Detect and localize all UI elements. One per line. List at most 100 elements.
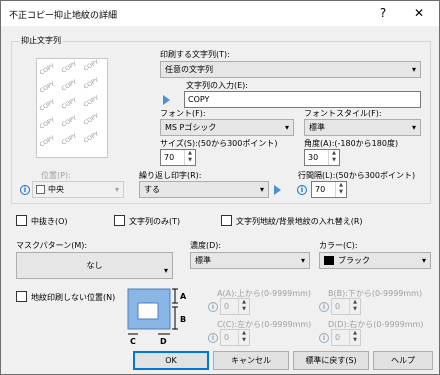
right-offset-stepper[interactable]: 0 ▲ ▼ <box>331 329 361 346</box>
spin-updown-icon[interactable]: ▲ ▼ <box>184 150 195 165</box>
font-style-select[interactable]: 標準 ▾ <box>304 119 421 136</box>
spin-updown-icon[interactable]: ▲ ▼ <box>328 150 339 165</box>
chevron-down-icon: ▾ <box>411 123 416 132</box>
info-icon: i <box>319 302 329 312</box>
diagram-label-d: D <box>160 337 167 346</box>
mask-pattern-select[interactable]: なし ▾ <box>16 252 173 279</box>
preview-copy-text: COPY <box>39 134 57 148</box>
spin-updown-icon[interactable]: ▲ ▼ <box>349 330 360 345</box>
string-input-field[interactable]: COPY <box>184 91 421 108</box>
color-select[interactable]: ブラック ▾ <box>319 252 431 269</box>
no-print-area-label: 地紋印刷しない位置(N) <box>31 293 116 302</box>
font-style-label: フォントスタイル(F): <box>304 109 382 118</box>
preview-copy-text: COPY <box>39 80 57 94</box>
swap-label: 文字列地紋/背景地紋の入れ替え(R) <box>236 217 363 226</box>
swap-checkbox[interactable] <box>221 215 232 226</box>
title-bar: 不正コピー抑止地紋の詳細 ? ✕ <box>1 1 439 26</box>
help-title-button[interactable]: ? <box>369 3 397 23</box>
string-input-value: COPY <box>188 95 210 104</box>
window-title: 不正コピー抑止地紋の詳細 <box>9 11 118 21</box>
no-print-area-checkbox[interactable] <box>16 291 27 302</box>
text-only-label: 文字列のみ(T) <box>129 217 181 226</box>
preview-copy-text: COPY <box>61 78 79 92</box>
no-print-area-diagram: A B C D <box>127 288 187 346</box>
spin-updown-icon[interactable]: ▲ ▼ <box>349 299 360 314</box>
density-label: 濃度(D): <box>190 241 222 250</box>
preview-copy-text: COPY <box>83 112 101 126</box>
preview-copy-text: COPY <box>61 132 79 146</box>
print-string-label: 印刷する文字列(T): <box>160 50 230 59</box>
position-label: 位置(P): <box>41 171 71 180</box>
position-value: 中央 <box>48 185 64 194</box>
spin-updown-icon[interactable]: ▲ ▼ <box>238 330 249 345</box>
chevron-down-icon: ▾ <box>300 256 305 265</box>
info-icon: i <box>208 302 218 312</box>
dialog-window: 不正コピー抑止地紋の詳細 ? ✕ 抑止文字列 COPY COPY COPY CO… <box>0 0 440 375</box>
top-offset-value: 0 <box>224 302 230 311</box>
mask-pattern-label: マスクパターン(M): <box>16 241 88 250</box>
preview-copy-text: COPY <box>39 116 57 130</box>
preview-copy-text: COPY <box>83 130 101 144</box>
info-icon: i <box>319 333 329 343</box>
line-spacing-stepper[interactable]: 70 ▲ ▼ <box>311 181 347 198</box>
arrow-right-icon <box>274 185 281 195</box>
preview-copy-text: COPY <box>39 98 57 112</box>
help-button[interactable]: ヘルプ <box>373 351 433 370</box>
font-value: MS Pゴシック <box>165 123 217 132</box>
reset-button[interactable]: 標準に戻す(S) <box>293 351 369 370</box>
bottom-offset-stepper[interactable]: 0 ▲ ▼ <box>331 298 361 315</box>
mask-pattern-value: なし <box>86 261 103 270</box>
color-label: カラー(C): <box>319 241 358 250</box>
size-stepper[interactable]: 70 ▲ ▼ <box>160 149 196 166</box>
position-select[interactable]: 中央 ▾ <box>32 181 124 198</box>
preview-copy-text: COPY <box>83 76 101 90</box>
chevron-down-icon: ▾ <box>259 185 264 194</box>
size-label: サイズ(S):(50から300ポイント) <box>160 139 278 148</box>
preview-copy-text: COPY <box>61 96 79 110</box>
spin-updown-icon[interactable]: ▲ ▼ <box>238 299 249 314</box>
preview-copy-pattern: COPY COPY COPY COPY COPY COPY COPY COPY … <box>39 59 101 149</box>
size-value: 70 <box>164 153 175 162</box>
ok-button[interactable]: OK <box>133 351 209 370</box>
color-swatch <box>324 256 334 265</box>
hollow-label: 中抜き(O) <box>31 217 68 226</box>
font-style-value: 標準 <box>309 123 325 132</box>
density-value: 標準 <box>195 256 211 265</box>
group-title: 抑止文字列 <box>19 35 63 46</box>
preview-copy-text: COPY <box>39 62 57 76</box>
chevron-down-icon: ▾ <box>284 123 289 132</box>
density-select[interactable]: 標準 ▾ <box>190 252 310 269</box>
angle-stepper[interactable]: 30 ▲ ▼ <box>304 149 340 166</box>
arrow-right-icon <box>163 95 170 105</box>
diagram-label-b: B <box>180 315 186 324</box>
chevron-down-icon: ▾ <box>163 266 168 275</box>
left-offset-value: 0 <box>224 333 230 342</box>
spin-updown-icon[interactable]: ▲ ▼ <box>335 182 346 197</box>
text-only-checkbox[interactable] <box>114 215 125 226</box>
cancel-button[interactable]: キャンセル <box>213 351 289 370</box>
left-offset-stepper[interactable]: 0 ▲ ▼ <box>220 329 250 346</box>
diagram-label-a: A <box>180 292 187 301</box>
chevron-down-icon: ▾ <box>114 185 119 194</box>
print-string-select[interactable]: 任意の文字列 ▾ <box>160 61 421 78</box>
info-icon: i <box>297 185 307 195</box>
info-icon: i <box>20 185 30 195</box>
angle-label: 角度(A):(-180から180度) <box>304 139 399 148</box>
font-select[interactable]: MS Pゴシック ▾ <box>160 119 294 136</box>
diagram-label-c: C <box>130 337 136 346</box>
repeat-label: 繰り返し印字(R): <box>139 171 202 180</box>
color-value: ブラック <box>338 256 370 265</box>
line-spacing-label: 行間隔(L):(50から300ポイント) <box>298 171 416 180</box>
top-offset-stepper[interactable]: 0 ▲ ▼ <box>220 298 250 315</box>
close-button[interactable]: ✕ <box>405 3 433 23</box>
preview-copy-text: COPY <box>61 114 79 128</box>
bottom-offset-value: 0 <box>335 302 341 311</box>
line-spacing-value: 70 <box>315 185 326 194</box>
hollow-checkbox[interactable] <box>16 215 27 226</box>
position-grid-icon <box>36 185 45 194</box>
repeat-select[interactable]: する ▾ <box>139 181 269 198</box>
chevron-down-icon: ▾ <box>421 256 426 265</box>
preview-copy-text: COPY <box>83 59 101 73</box>
right-offset-value: 0 <box>335 333 341 342</box>
repeat-value: する <box>144 185 160 194</box>
